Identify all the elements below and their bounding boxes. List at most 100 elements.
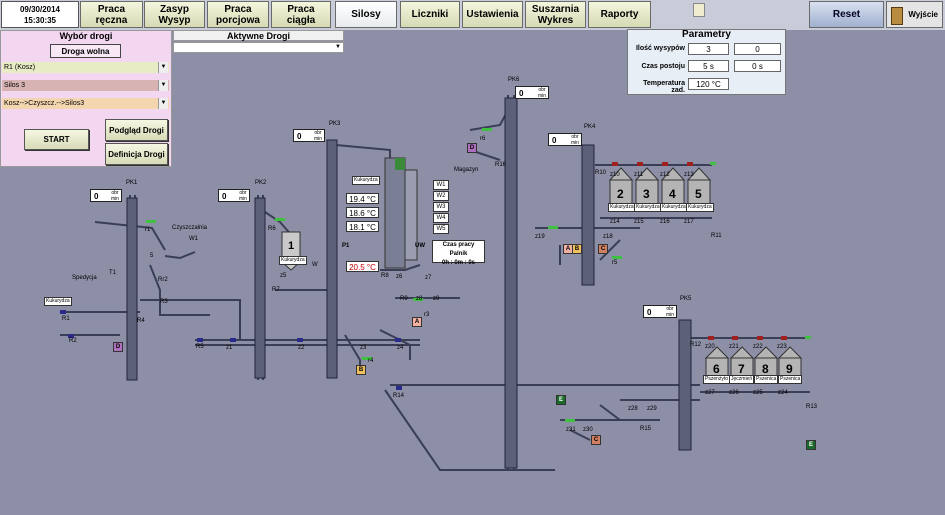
component-label: R6 [268,226,276,232]
component-label: R15 [640,426,652,432]
silo-grain-tag: Kukurydza [608,203,636,212]
elevator-columns [126,97,692,469]
elevator-pk4 [581,144,595,286]
dryer-tower [384,157,418,269]
component-label: R4 [137,318,145,324]
component-label: z5 [280,273,287,279]
rpm-value: 0 [519,89,524,98]
silo-number: 7 [738,362,745,376]
component-label: R7 [272,287,280,293]
dryer-temp-3: 18.1 °C [346,221,379,232]
component-label: R13 [806,404,818,410]
component-label: z7 [425,275,432,281]
component-label: r6 [480,136,486,142]
silo-number: 6 [713,362,720,376]
level-sensor: W3 [433,202,449,212]
dryer-temp-1: 19.4 °C [346,193,379,204]
rpm-unit-bottom: min [110,196,119,202]
component-label: R9 [400,296,408,302]
component-label: z19 [535,234,545,240]
silo-grain-tag: Kukurydza [634,203,662,212]
component-label: z14 [610,219,620,225]
component-label: z12 [660,172,670,178]
component-label: z30 [583,427,593,433]
component-label: z28 [628,406,638,412]
component-label: R5 [196,344,204,350]
route-badge: E [806,440,816,450]
silo-number: 4 [669,187,676,201]
silo-grain-tag: Kukurydza [660,203,688,212]
component-label: z3 [360,345,367,351]
grain-tag: Kukurydza [352,176,380,185]
component-label: z6 [396,274,403,280]
route-badge: C [591,435,601,445]
component-label: r4 [368,358,374,364]
elevator-label: PK5 [680,296,692,302]
route-badge: B [572,244,582,254]
rpm-unit-bottom: min [238,196,247,202]
rpm-value: 0 [297,132,302,141]
route-badge: D [467,143,477,153]
component-label: R10 [595,170,607,176]
dryer-temp-4: 20.5 °C [346,261,379,272]
rpm-display-pk6: 0 obr min [515,86,549,99]
rpm-display-pk1: 0 obr min [90,189,122,202]
silo-number: 2 [617,187,624,201]
rpm-unit: obr min [239,190,247,202]
component-label: z4 [397,345,404,351]
elevator-label: PK2 [255,180,267,186]
component-label: z23 [777,344,787,350]
component-label: W1 [189,236,198,242]
level-sensor: W4 [433,213,449,223]
component-label: z22 [753,344,763,350]
rpm-unit: obr min [666,306,674,318]
silo-number: 9 [786,362,793,376]
component-label: r1 [145,227,151,233]
silo-grain-tag: Pszenżyto [703,375,731,384]
component-label: z24 [778,390,788,396]
rpm-unit-bottom: min [537,93,546,99]
component-label: Rr2 [158,277,168,283]
component-label: R2 [69,338,77,344]
component-label: W [312,262,318,268]
route-badge: E [556,395,566,405]
route-badge: C [598,244,608,254]
component-label: z17 [684,219,694,225]
uw-label: UW [415,243,425,249]
burner-timer: Czas pracy Palnik 0h : 0m : 0s [432,240,485,266]
warehouse-label: Magazyn [454,167,479,173]
component-label: r5 [612,260,618,266]
component-label: R12 [690,342,702,348]
component-label: z29 [647,406,657,412]
pipe-network [60,95,810,471]
rpm-display-pk4: 0 obr min [548,133,582,146]
shipping-label: Spedycja [72,275,97,281]
burner-label: P1 [342,243,350,249]
elevator-label: PK3 [329,121,341,127]
component-label: R1 [62,316,70,322]
route-badge: A [412,317,422,327]
component-label: z26 [729,390,739,396]
rpm-unit: obr min [538,87,546,99]
silo-grain-tag: Pszenica [754,375,779,384]
elevator-pk3 [326,139,338,379]
rpm-unit: obr min [111,190,119,202]
component-label: r3 [424,312,430,318]
component-label: z11 [634,172,644,178]
component-label: z18 [603,234,613,240]
component-label: R16 [495,162,507,168]
silo-grain-tag: Kukurydza [686,203,714,212]
component-label: z21 [729,344,739,350]
rpm-unit: obr min [314,130,322,142]
elevator-pk2 [254,197,266,379]
level-sensor: W1 [433,180,449,190]
rpm-value: 0 [647,308,652,317]
component-label: z15 [634,219,644,225]
rpm-unit: obr min [571,134,579,146]
component-label: z1 [226,345,233,351]
component-label: z31 [566,427,576,433]
rpm-display-pk5: 0 obr min [643,305,677,318]
rpm-value: 0 [552,136,557,145]
silo-number: 3 [643,187,650,201]
component-label: z13 [684,172,694,178]
